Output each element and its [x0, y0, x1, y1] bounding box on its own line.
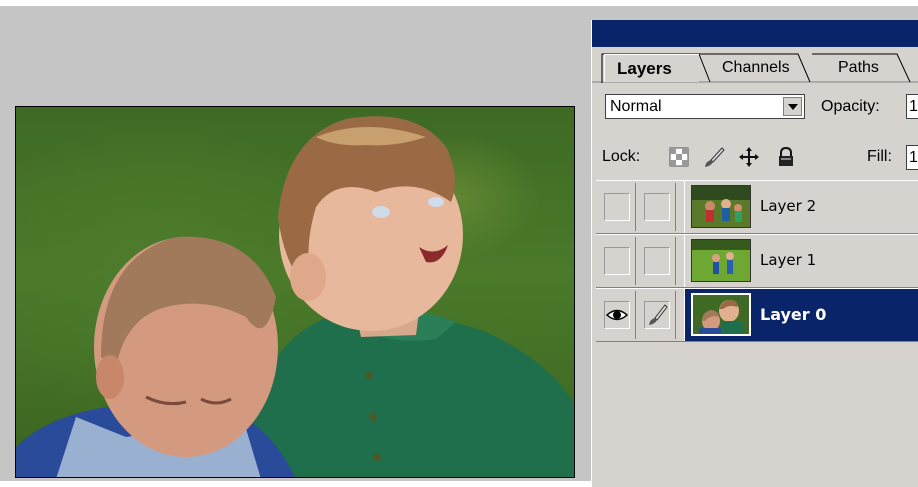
lock-move-icon[interactable]: [737, 145, 761, 169]
blend-mode-value: Normal: [610, 98, 662, 115]
link-toggle[interactable]: [636, 291, 676, 339]
layer-name: Layer 2: [760, 197, 817, 215]
opacity-input[interactable]: 1: [906, 94, 918, 119]
layer-main[interactable]: Layer 1: [684, 235, 918, 287]
paintbrush-icon: [649, 304, 668, 325]
visibility-toggle[interactable]: [596, 237, 636, 285]
brush-box: [644, 301, 670, 329]
blend-mode-select[interactable]: Normal: [605, 94, 805, 119]
layer-name: Layer 0: [760, 305, 827, 324]
fill-label: Fill:: [867, 148, 892, 165]
opacity-label: Opacity:: [821, 98, 880, 115]
lock-label: Lock:: [602, 148, 641, 165]
layer-main[interactable]: Layer 2: [684, 181, 918, 233]
visibility-toggle[interactable]: [596, 183, 636, 231]
lock-transparency-icon[interactable]: [667, 145, 691, 169]
tab-paths[interactable]: Paths: [818, 54, 908, 82]
palette-tabs: Layers Channels Paths: [592, 47, 918, 84]
lock-all-icon[interactable]: [774, 145, 798, 169]
chevron-down-icon[interactable]: [783, 97, 802, 116]
layer-thumbnail: [690, 292, 752, 337]
lock-options-row: Lock: Fill: 1: [592, 142, 918, 176]
link-toggle[interactable]: [636, 237, 676, 285]
photoshop-workspace: Layers Channels Paths Normal Opacity: 1 …: [0, 0, 918, 487]
visibility-box: [604, 247, 630, 275]
layer-list-empty-area: [592, 347, 918, 487]
lock-brush-icon[interactable]: [702, 145, 726, 169]
visibility-box: [604, 301, 630, 329]
layer-row[interactable]: Layer 0: [596, 288, 918, 342]
layer-main[interactable]: Layer 0: [684, 289, 918, 341]
link-box: [644, 193, 670, 221]
fill-input[interactable]: 1: [906, 145, 918, 170]
layer-row[interactable]: Layer 1: [596, 234, 918, 288]
palette-title-bar[interactable]: [592, 20, 918, 47]
visibility-toggle[interactable]: [596, 291, 636, 339]
visibility-box: [604, 193, 630, 221]
photo-two-boys: [16, 116, 574, 477]
link-box: [644, 247, 670, 275]
layer-thumbnail: [691, 185, 751, 228]
layer-thumbnail: [691, 239, 751, 282]
layer-row[interactable]: Layer 2: [596, 180, 918, 234]
tab-layers[interactable]: Layers: [604, 54, 699, 82]
link-toggle[interactable]: [636, 183, 676, 231]
blend-options-row: Normal Opacity: 1: [592, 90, 918, 126]
eye-icon: [605, 309, 629, 321]
document-canvas[interactable]: [15, 106, 575, 478]
layers-palette: Layers Channels Paths Normal Opacity: 1 …: [591, 20, 918, 487]
tab-channels[interactable]: Channels: [704, 54, 814, 82]
layer-name: Layer 1: [760, 251, 817, 269]
